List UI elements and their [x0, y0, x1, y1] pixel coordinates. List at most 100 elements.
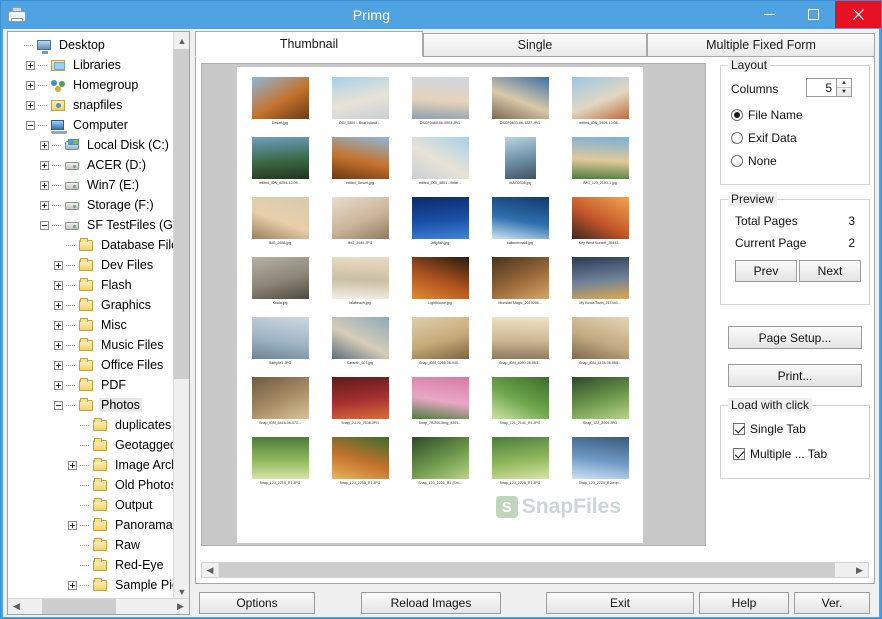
columns-stepper[interactable]: 5 ▲ ▼ — [806, 78, 852, 97]
thumbnail-image[interactable] — [571, 437, 629, 479]
thumbnail-cell[interactable]: DSCF0833-06-1227.JPG — [480, 75, 560, 135]
page-setup-button[interactable]: Page Setup... — [728, 326, 862, 349]
prev-page-button[interactable]: Prev — [735, 260, 797, 282]
next-page-button[interactable]: Next — [799, 260, 861, 282]
tree-item-dev-files[interactable]: Dev Files — [8, 255, 175, 275]
thumbnail-image[interactable] — [571, 317, 629, 359]
checkbox-single-tab[interactable]: Single Tab — [733, 422, 806, 436]
tree-item-homegroup[interactable]: Homegroup — [8, 75, 175, 95]
exit-button[interactable]: Exit — [546, 592, 694, 614]
tree-collapse-icon[interactable] — [54, 400, 63, 410]
tree-item-graphics[interactable]: Graphics — [8, 295, 175, 315]
thumbnail-cell[interactable]: Munsiari Magic_2019265... — [480, 255, 560, 315]
close-button[interactable] — [835, 1, 881, 28]
thumbnail-image[interactable] — [571, 197, 629, 239]
tree-item-music-files[interactable]: Music Files — [8, 335, 175, 355]
tree-expander-icon[interactable] — [54, 340, 63, 350]
thumbnail-image[interactable] — [491, 77, 549, 119]
thumbnail-image[interactable] — [331, 77, 389, 119]
thumbnail-cell[interactable]: Sample1.JPG — [240, 315, 320, 375]
thumbnail-image[interactable] — [251, 77, 309, 119]
thumbnail-cell[interactable]: Snap_122_2009.JPG — [560, 375, 640, 435]
thumbnail-image[interactable] — [491, 317, 549, 359]
minimize-button[interactable] — [747, 1, 791, 28]
tree-item-pdf[interactable]: PDF — [8, 375, 175, 395]
tree-expander-icon[interactable] — [54, 380, 63, 390]
thumbnail-image[interactable] — [571, 377, 629, 419]
thumbnail-cell[interactable]: IMG_2945.JPG — [320, 195, 400, 255]
thumbnail-cell[interactable]: Snap_123_2225_R1 (Sm... — [400, 435, 480, 495]
tree-expander-icon[interactable] — [40, 200, 49, 210]
tree-expander-icon[interactable] — [40, 140, 49, 150]
preview-horizontal-scrollbar[interactable]: ◀ ▶ — [201, 562, 869, 578]
radio-exif-data-indicator[interactable] — [731, 132, 743, 144]
tree-item-output[interactable]: Output — [8, 495, 175, 515]
tree-collapse-icon[interactable] — [26, 120, 35, 130]
thumbnail-image[interactable] — [571, 77, 629, 119]
thumbnail-image[interactable] — [251, 437, 309, 479]
tree-item-duplicates[interactable]: duplicates — [8, 415, 175, 435]
thumbnail-cell[interactable]: Snap_IDN_4090-06-063... — [480, 315, 560, 375]
thumbnail-image[interactable] — [504, 137, 536, 179]
thumbnail-image[interactable] — [411, 257, 469, 299]
options-button[interactable]: Options — [199, 592, 315, 614]
thumbnail-image[interactable] — [411, 197, 469, 239]
thumbnail-image[interactable] — [251, 257, 309, 299]
thumbnail-cell[interactable]: edited_DGI_5851 - Briar... — [400, 135, 480, 195]
thumbnail-cell[interactable]: My Kinda Town_217440... — [560, 255, 640, 315]
thumbnail-image[interactable] — [411, 377, 469, 419]
tree-expander-icon[interactable] — [68, 520, 77, 530]
tree-expander-icon[interactable] — [68, 460, 77, 470]
tab-single[interactable]: Single — [423, 33, 647, 57]
tree-expander-icon[interactable] — [54, 320, 63, 330]
thumbnail-image[interactable] — [331, 437, 389, 479]
thumbnail-cell[interactable]: edited_Desert.jpg — [320, 135, 400, 195]
thumbnail-cell[interactable]: Snap_IDN_6416-06-072... — [240, 375, 320, 435]
radio-none[interactable]: None — [731, 154, 777, 168]
thumbnail-cell[interactable]: Key West Sunset_26442... — [560, 195, 640, 255]
thumbnail-image[interactable] — [251, 197, 309, 239]
radio-file-name[interactable]: File Name — [731, 108, 803, 122]
columns-spin-up-button[interactable]: ▲ — [837, 79, 851, 88]
tree-expander-icon[interactable] — [54, 280, 63, 290]
thumbnail-image[interactable] — [331, 197, 389, 239]
thumbnail-image[interactable] — [251, 137, 309, 179]
thumbnail-cell[interactable]: Koala.jpg — [240, 255, 320, 315]
tree-item-red-eye[interactable]: Red-Eye — [8, 555, 175, 575]
tree-vertical-scrollbar[interactable]: ▲ ▼ — [173, 32, 189, 600]
tree-vscroll-thumb[interactable] — [174, 49, 189, 379]
tree-expander-icon[interactable] — [26, 100, 35, 110]
radio-none-indicator[interactable] — [731, 155, 743, 167]
thumbnail-image[interactable] — [491, 197, 549, 239]
thumbnail-image[interactable] — [331, 257, 389, 299]
thumbnail-cell[interactable]: Snap_121_2141_R1.JPG — [480, 375, 560, 435]
checkbox-single-tab-indicator[interactable] — [733, 423, 745, 435]
tree-item-desktop[interactable]: Desktop — [8, 35, 175, 55]
thumbnail-image[interactable] — [251, 317, 309, 359]
tree-item-geotagged[interactable]: Geotagged — [8, 435, 175, 455]
thumbnail-image[interactable] — [491, 257, 549, 299]
help-button[interactable]: Help — [699, 592, 789, 614]
tree-item-panoramas[interactable]: Panoramas — [8, 515, 175, 535]
thumbnail-cell[interactable]: DSCF0460-06-0903.JPG — [400, 75, 480, 135]
maximize-button[interactable] — [791, 1, 835, 28]
thumbnail-cell[interactable]: Snap_IDN_0265-06-040... — [400, 315, 480, 375]
thumbnail-cell[interactable]: Snap_123_2255_R1.JPG — [320, 435, 400, 495]
columns-spinner-buttons[interactable]: ▲ ▼ — [836, 79, 851, 96]
thumbnail-image[interactable] — [251, 377, 309, 419]
thumbnail-cell[interactable]: IMAG0336.jpg — [480, 135, 560, 195]
tree-expander-icon[interactable] — [26, 60, 35, 70]
thumbnail-image[interactable] — [571, 137, 629, 179]
folder-tree-panel[interactable]: Desktop Libraries Homegroup snapfiles Comput… — [7, 31, 190, 615]
tree-expander-icon[interactable] — [54, 300, 63, 310]
tree-item-image-archive[interactable]: Image Archive — [8, 455, 175, 475]
tree-expander-icon[interactable] — [54, 260, 63, 270]
thumbnail-image[interactable] — [411, 317, 469, 359]
thumbnail-cell[interactable]: Snap_123_2229_R2crop... — [560, 435, 640, 495]
tree-item-win7-e[interactable]: Win7 (E:) — [8, 175, 175, 195]
thumbnail-cell[interactable]: IMG_2658.jpg — [240, 195, 320, 255]
thumbnail-cell[interactable]: Snap_123_2210_R1.JPG — [240, 435, 320, 495]
thumbnail-image[interactable] — [411, 77, 469, 119]
thumbnail-image[interactable] — [411, 137, 469, 179]
preview-scroll-left-button[interactable]: ◀ — [202, 562, 219, 578]
